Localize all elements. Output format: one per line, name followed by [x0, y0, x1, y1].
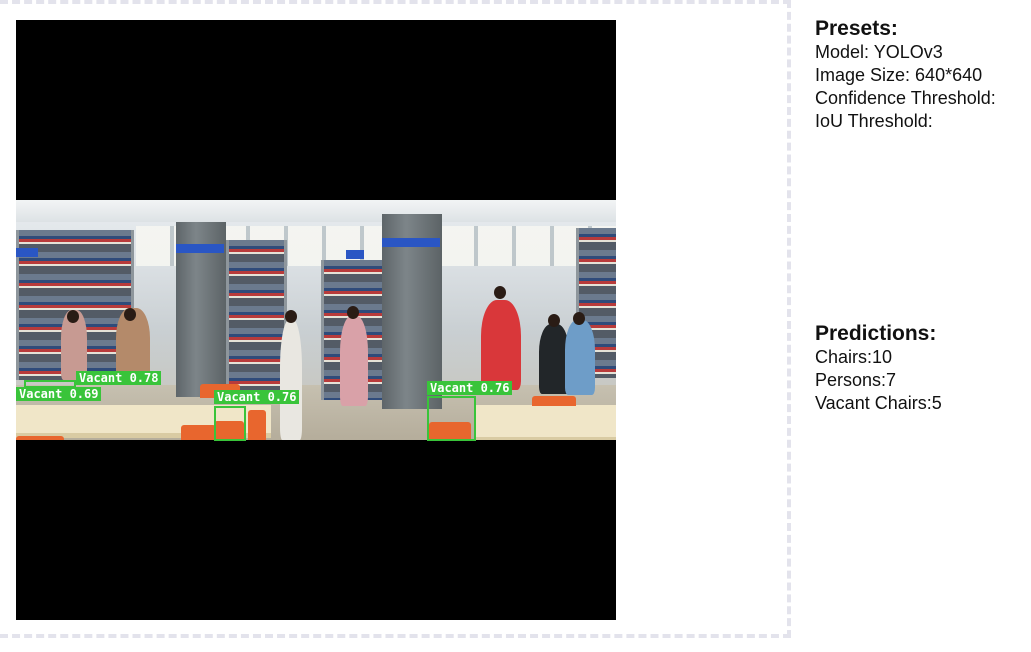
predictions-heading: Predictions: [815, 322, 937, 345]
detection-label: Vacant 0.69 [16, 387, 102, 401]
vacant-chairs-count: Vacant Chairs:5 [815, 393, 942, 413]
persons-count: Persons:7 [815, 370, 897, 390]
person-head [67, 310, 79, 323]
model-value: Model: YOLOv3 [815, 42, 943, 62]
bookshelf [226, 240, 287, 390]
image-size-value: Image Size: 640*640 [815, 65, 983, 85]
chairs-count: Chairs:10 [815, 347, 893, 367]
reading-table [476, 405, 616, 440]
person-head [347, 306, 359, 319]
photo-ceiling [16, 200, 616, 222]
person-head [573, 312, 585, 325]
detection-box [427, 396, 476, 441]
person-head [124, 308, 136, 321]
chair [181, 425, 216, 440]
person [280, 320, 302, 440]
predictions-panel: Predictions: Chairs:10 Persons:7 Vacant … [815, 321, 1031, 415]
chair [16, 436, 64, 440]
iou-threshold-value: IoU Threshold: [815, 111, 933, 131]
person [481, 300, 521, 390]
chair [248, 410, 266, 440]
detection-label: Vacant 0.78 [76, 371, 162, 385]
shelf-sign [176, 244, 224, 253]
detection-label: Vacant 0.76 [214, 390, 300, 404]
person-head [494, 286, 506, 299]
person-head [548, 314, 560, 327]
detection-label: Vacant 0.76 [427, 381, 513, 395]
shelf-sign [382, 238, 440, 247]
chair [532, 396, 576, 406]
presets-panel: Presets: Model: YOLOv3 Image Size: 640*6… [815, 16, 1031, 133]
shelf-sign [16, 248, 38, 257]
person-head [285, 310, 297, 323]
shelf-sign [346, 250, 364, 259]
person [565, 320, 595, 395]
library-photo [16, 200, 616, 440]
detection-box [214, 406, 246, 441]
presets-heading: Presets: [815, 17, 898, 40]
person [340, 316, 368, 406]
confidence-threshold-value: Confidence Threshold: [815, 88, 996, 108]
detection-image-canvas: Vacant 0.78 Vacant 0.69 Vacant 0.76 Vaca… [16, 20, 616, 620]
